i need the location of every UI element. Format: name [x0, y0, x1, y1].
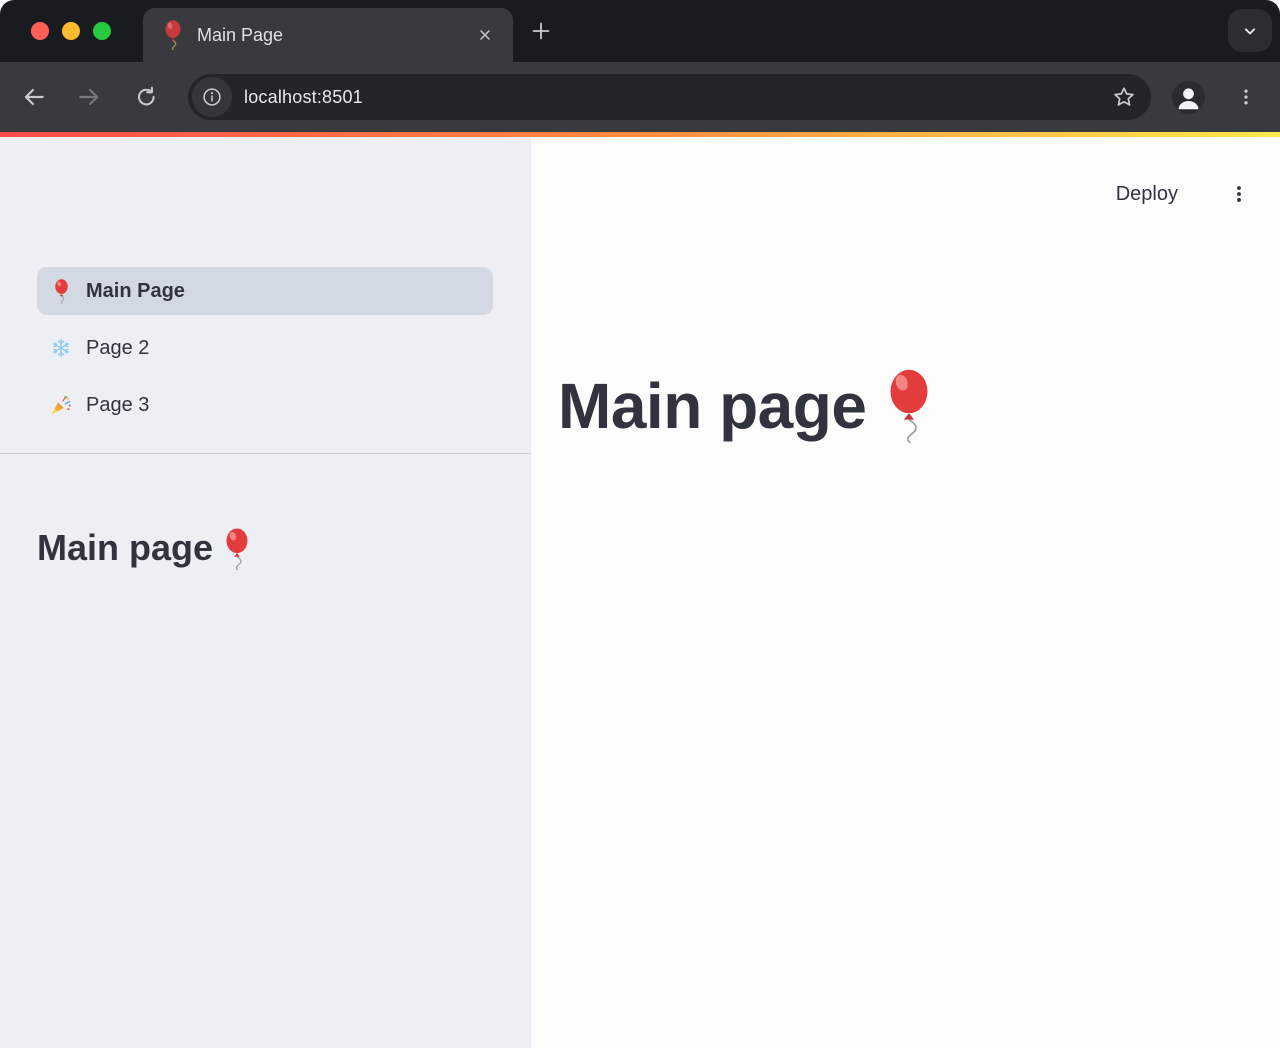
- bookmark-button[interactable]: [1107, 80, 1141, 114]
- tab-search-button[interactable]: [1228, 9, 1272, 52]
- window-maximize-button[interactable]: [93, 22, 111, 40]
- browser-tab[interactable]: Main Page: [143, 8, 513, 62]
- plus-icon: [529, 19, 553, 43]
- avatar-icon: [1172, 81, 1205, 114]
- sidebar-item-label: Main Page: [86, 280, 185, 303]
- deploy-button[interactable]: Deploy: [1112, 181, 1182, 208]
- sidebar-divider: [0, 453, 531, 454]
- kebab-menu-icon: [1236, 83, 1256, 111]
- sidebar-heading-text: Main page: [37, 528, 213, 568]
- address-bar[interactable]: localhost:8501: [188, 74, 1151, 120]
- browser-menu-button[interactable]: [1233, 79, 1259, 115]
- balloon-icon: [884, 373, 934, 443]
- star-icon: [1112, 85, 1136, 109]
- reload-button[interactable]: [128, 79, 164, 115]
- sidebar-item-main-page[interactable]: Main Page: [37, 267, 493, 315]
- sidebar: Main Page Page 2: [0, 137, 531, 1048]
- page-title-text: Main page: [558, 373, 866, 440]
- window-minimize-button[interactable]: [62, 22, 80, 40]
- sidebar-item-page-3[interactable]: Page 3: [37, 381, 493, 429]
- balloon-icon: [223, 528, 251, 570]
- snowflake-icon: [49, 337, 73, 359]
- sidebar-heading: Main page: [37, 528, 531, 570]
- tab-strip: Main Page: [0, 0, 1280, 62]
- tab-title: Main Page: [197, 25, 471, 46]
- kebab-menu-icon: [1228, 181, 1250, 207]
- arrow-right-icon: [76, 84, 102, 110]
- new-tab-button[interactable]: [523, 13, 559, 49]
- arrow-left-icon: [21, 84, 47, 110]
- browser-window: Main Page: [0, 0, 1280, 1048]
- sidebar-nav: Main Page Page 2: [0, 137, 531, 429]
- sidebar-item-page-2[interactable]: Page 2: [37, 324, 493, 372]
- party-popper-icon: [49, 394, 73, 416]
- reload-icon: [134, 85, 159, 110]
- main-panel: Deploy Main page: [531, 137, 1280, 1048]
- profile-button[interactable]: [1172, 81, 1205, 114]
- url-text[interactable]: localhost:8501: [244, 87, 363, 108]
- back-button[interactable]: [16, 79, 52, 115]
- sidebar-item-label: Page 3: [86, 394, 149, 417]
- browser-toolbar: localhost:8501: [0, 62, 1280, 132]
- close-icon: [477, 27, 493, 43]
- sidebar-item-label: Page 2: [86, 337, 149, 360]
- window-controls: [31, 22, 111, 40]
- forward-button[interactable]: [71, 79, 107, 115]
- info-icon: [201, 86, 223, 108]
- page-title: Main page: [558, 373, 934, 443]
- app-menu-button[interactable]: [1228, 179, 1250, 209]
- window-close-button[interactable]: [31, 22, 49, 40]
- site-info-button[interactable]: [192, 77, 232, 117]
- app-header: Deploy: [1112, 179, 1250, 209]
- chevron-down-icon: [1240, 21, 1260, 41]
- balloon-icon: [163, 20, 183, 50]
- tab-close-button[interactable]: [471, 21, 499, 49]
- balloon-icon: [49, 279, 73, 304]
- app-content: Main Page Page 2: [0, 137, 1280, 1048]
